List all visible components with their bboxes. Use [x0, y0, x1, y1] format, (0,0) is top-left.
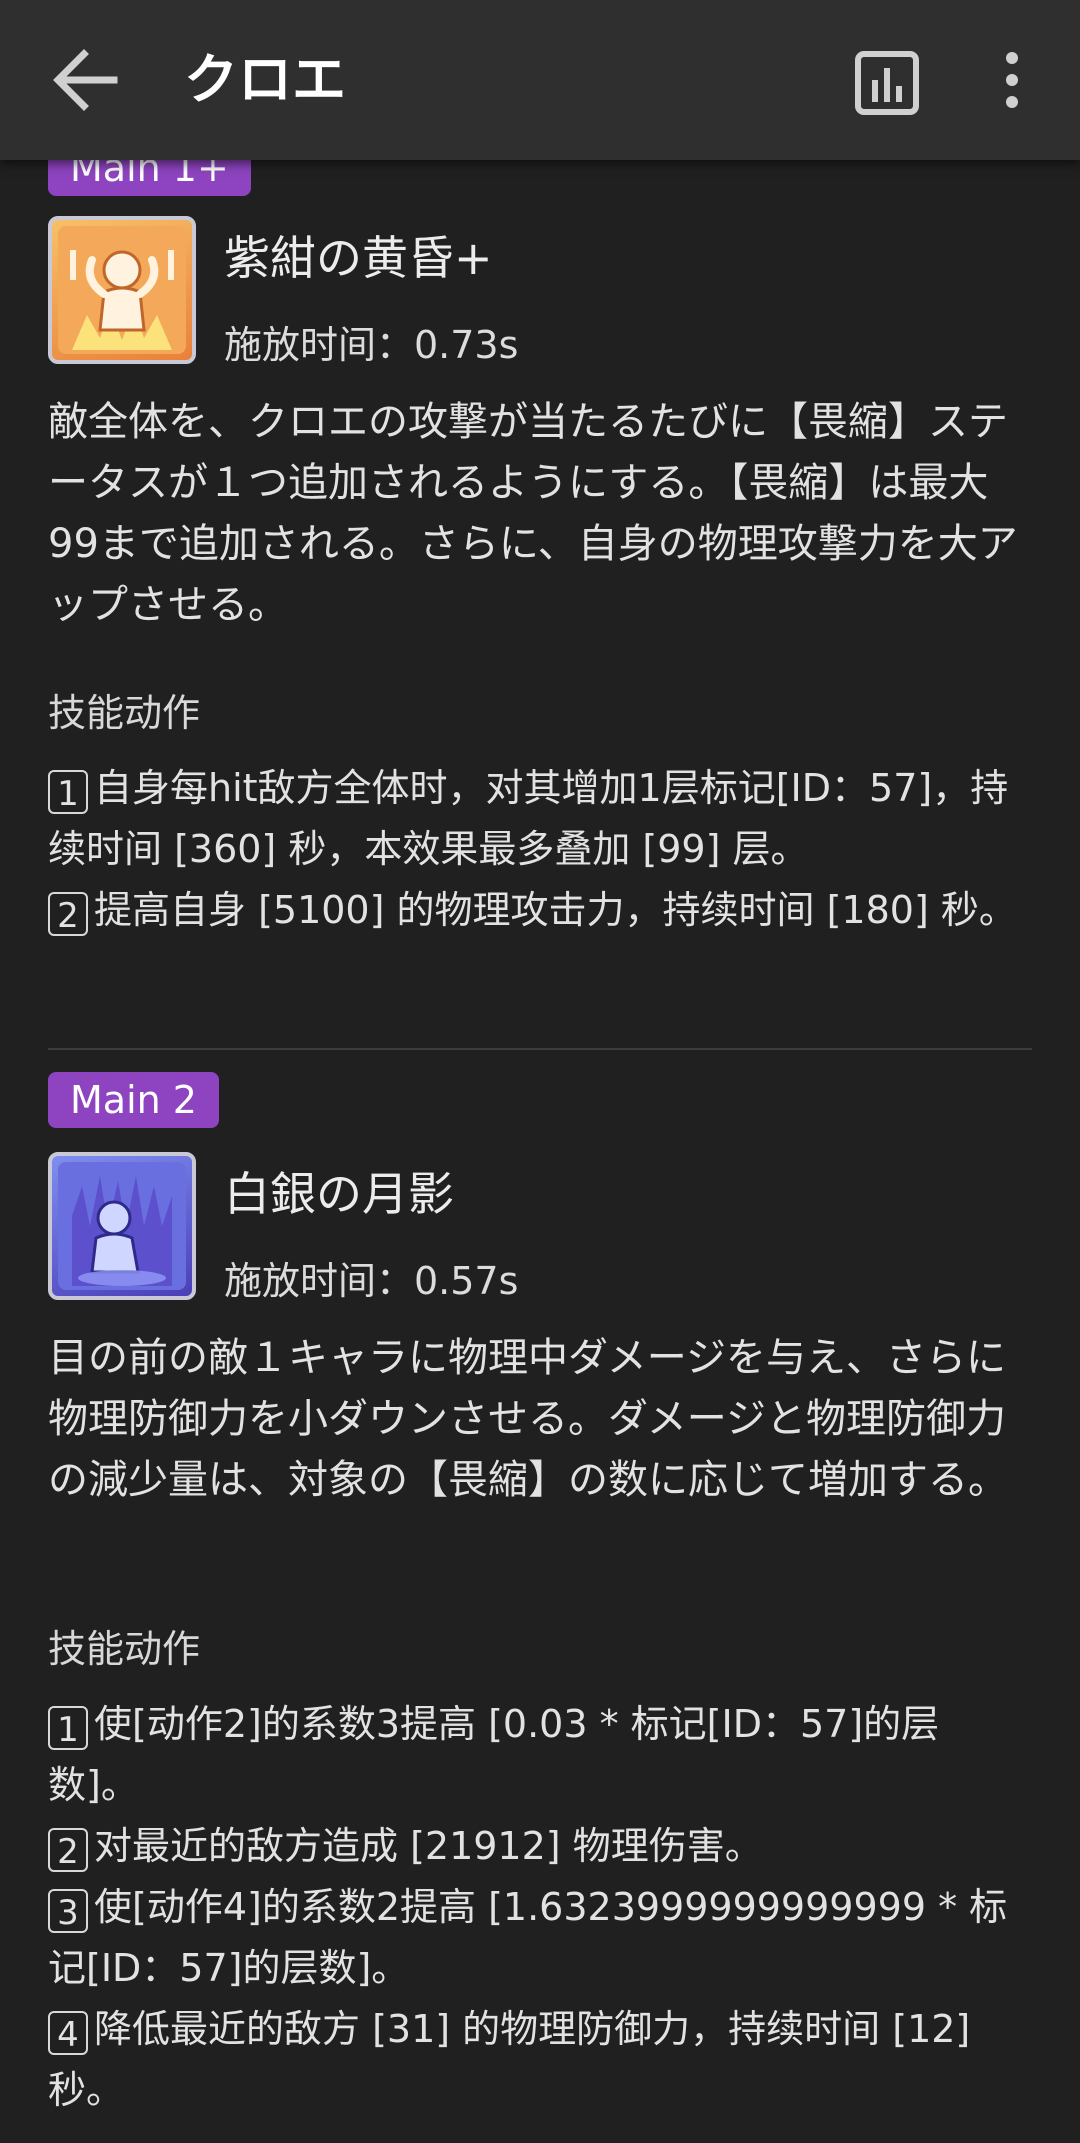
action-number: 1	[48, 1706, 88, 1750]
action-number: 3	[48, 1889, 88, 1933]
stats-button[interactable]	[850, 46, 924, 120]
skill-name: 白銀の月影	[224, 1167, 454, 1221]
action-item: 3 使[动作4]的系数2提高 [1.6323999999999999 * 标记[I…	[48, 1877, 1028, 1999]
action-number: 2	[48, 1828, 88, 1872]
arrow-left-icon	[53, 49, 118, 111]
action-text: 降低最近的敌方 [31] 的物理防御力，持续时间 [12] 秒。	[48, 2007, 971, 2112]
cast-time: 施放时间：0.73s	[224, 323, 519, 367]
action-item: 1 使[动作2]的系数3提高 [0.03 * 标记[ID：57]的层数]。	[48, 1694, 1028, 1816]
page-title: クロエ	[184, 48, 346, 111]
back-button[interactable]	[44, 38, 128, 122]
action-text: 使[动作2]的系数3提高 [0.03 * 标记[ID：57]的层数]。	[48, 1702, 940, 1807]
action-number: 2	[48, 892, 88, 936]
divider	[48, 1048, 1032, 1050]
action-list: 1 自身每hit敌方全体时，对其增加1层标记[ID：57]，持续时间 [360] …	[48, 758, 1028, 941]
cast-time: 施放时间：0.57s	[224, 1259, 519, 1303]
skill-badge: Main 2	[48, 1072, 219, 1128]
action-number: 1	[48, 770, 88, 814]
action-text: 自身每hit敌方全体时，对其增加1层标记[ID：57]，持续时间 [360] 秒…	[48, 766, 1009, 871]
action-text: 使[动作4]的系数2提高 [1.6323999999999999 * 标记[ID…	[48, 1885, 1008, 1990]
action-item: 1 自身每hit敌方全体时，对其增加1层标记[ID：57]，持续时间 [360] …	[48, 758, 1028, 880]
more-options-button[interactable]	[990, 46, 1034, 120]
skill-description: 目の前の敵１キャラに物理中ダメージを与え、さらに物理防御力を小ダウンさせる。ダメ…	[48, 1335, 1008, 1503]
bar-chart-icon	[855, 51, 919, 115]
actions-title: 技能动作	[48, 691, 201, 735]
skill-icon-dusk	[48, 216, 196, 364]
action-text: 对最近的敌方造成 [21912] 物理伤害。	[94, 1824, 763, 1868]
action-item: 2 提高自身 [5100] 的物理攻击力，持续时间 [180] 秒。	[48, 880, 1028, 941]
skill-name: 紫紺の黄昏+	[224, 231, 493, 285]
actions-title: 技能动作	[48, 1627, 201, 1671]
skill-description: 敵全体を、クロエの攻撃が当たるたびに【畏縮】ステータスが１つ追加されるようにする…	[48, 399, 1018, 628]
action-item: 2 对最近的敌方造成 [21912] 物理伤害。	[48, 1816, 1028, 1877]
more-vertical-icon	[1006, 52, 1018, 108]
skill-icon-moonshadow	[48, 1152, 196, 1300]
action-number: 4	[48, 2011, 88, 2055]
app-bar: クロエ	[0, 0, 1080, 160]
action-text: 提高自身 [5100] 的物理攻击力，持续时间 [180] 秒。	[94, 888, 1017, 932]
action-list: 1 使[动作2]的系数3提高 [0.03 * 标记[ID：57]的层数]。 2 对最…	[48, 1694, 1028, 2121]
action-item: 4 降低最近的敌方 [31] 的物理防御力，持续时间 [12] 秒。	[48, 1999, 1028, 2121]
